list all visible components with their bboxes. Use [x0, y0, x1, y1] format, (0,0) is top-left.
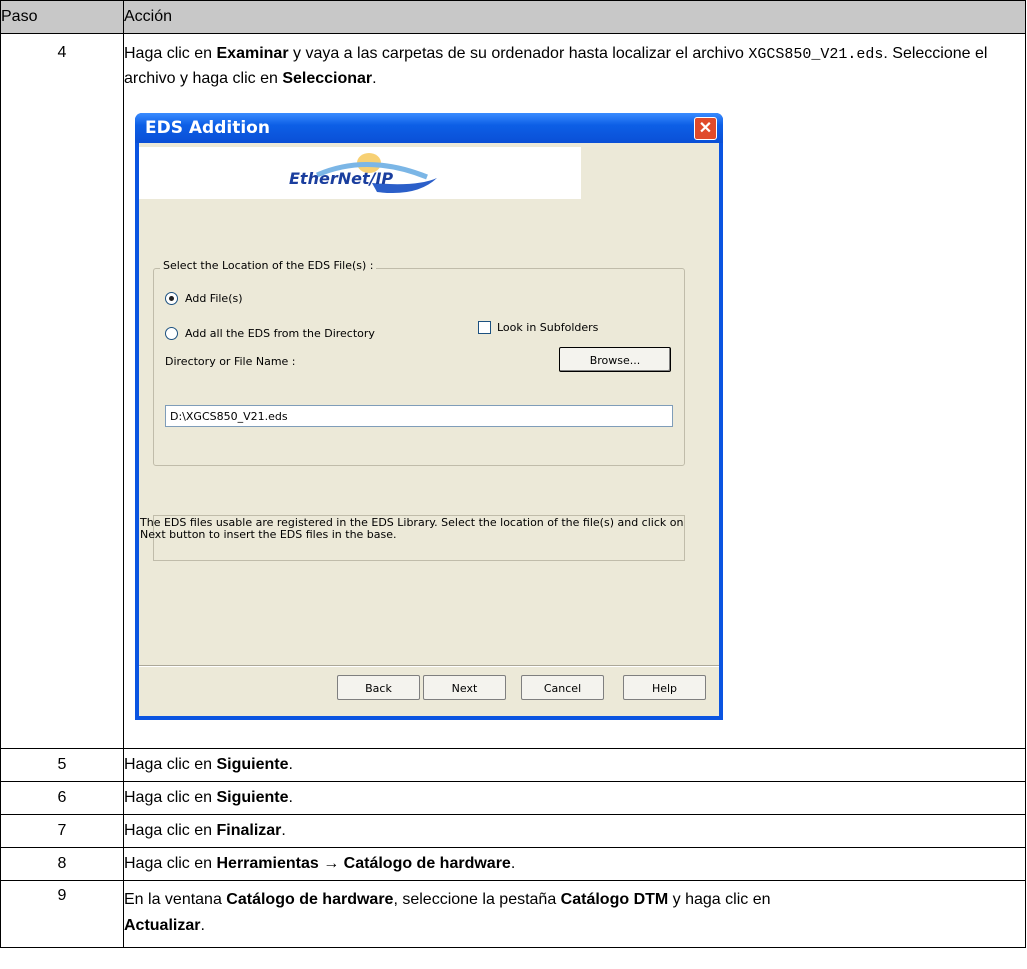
table-row: 7 Haga clic en Finalizar.: [0, 814, 1026, 848]
bold-term: Siguiente: [216, 756, 289, 773]
radio-add-directory-label[interactable]: Add all the EDS from the Directory: [185, 327, 375, 340]
table-row: 8 Haga clic en Herramientas → Catálogo d…: [0, 847, 1026, 881]
step-text: Haga clic en Herramientas → Catálogo de …: [123, 847, 1026, 881]
radio-add-files-label[interactable]: Add File(s): [185, 292, 243, 305]
info-text: The EDS files usable are registered in t…: [140, 516, 684, 541]
bold-term: Siguiente: [216, 789, 289, 806]
file-name: XGCS850_V21.eds: [748, 46, 884, 63]
browse-button[interactable]: Browse...: [559, 347, 671, 372]
step-number: 5: [0, 748, 124, 782]
step-text: Haga clic en Siguiente.: [123, 781, 1026, 815]
radio-add-files[interactable]: [165, 292, 178, 305]
logo-banner: EtherNet/IP: [139, 147, 581, 199]
bold-term: Seleccionar: [282, 70, 373, 87]
table-row: 6 Haga clic en Siguiente.: [0, 781, 1026, 815]
checkbox-label[interactable]: Look in Subfolders: [497, 321, 598, 334]
text-run: .: [372, 70, 377, 87]
text-run: , seleccione la pestaña: [393, 891, 561, 908]
step-number: 9: [0, 880, 124, 948]
step-text: Haga clic en Siguiente.: [123, 748, 1026, 782]
close-icon[interactable]: ✕: [694, 117, 717, 140]
eds-addition-dialog: EDS Addition ✕ EtherNet/IP Select the Lo…: [135, 113, 723, 720]
text-run: Haga clic en: [124, 756, 217, 773]
group-label: Select the Location of the EDS File(s) :: [160, 259, 377, 272]
logo-text: EtherNet/IP: [289, 169, 394, 188]
step-number: 8: [0, 847, 124, 881]
step-number: 4: [0, 33, 124, 749]
text-run: y vaya a las carpetas de su ordenador ha…: [288, 45, 749, 62]
text-run: .: [281, 822, 286, 839]
text-run: .: [288, 789, 293, 806]
table-row: 5 Haga clic en Siguiente.: [0, 748, 1026, 782]
header-accion: Acción: [123, 0, 1026, 34]
text-run: .: [200, 917, 205, 934]
bold-term: Finalizar: [216, 822, 282, 839]
text-run: En la ventana: [124, 891, 227, 908]
step-text: Haga clic en Finalizar.: [123, 814, 1026, 848]
radio-add-directory[interactable]: [165, 327, 178, 340]
bold-term: Catálogo de hardware: [226, 891, 394, 908]
help-button[interactable]: Help: [623, 675, 706, 700]
text-run: Haga clic en: [124, 822, 217, 839]
text-run: y haga clic en: [668, 891, 771, 908]
dialog-title: EDS Addition: [145, 118, 270, 138]
cancel-button[interactable]: Cancel: [521, 675, 604, 700]
dialog-titlebar[interactable]: EDS Addition ✕: [135, 113, 723, 143]
bold-term: Herramientas → Catálogo de hardware: [216, 855, 511, 872]
file-name-input[interactable]: D:\XGCS850_V21.eds: [165, 405, 673, 427]
bold-term: Actualizar: [124, 917, 201, 934]
directory-label: Directory or File Name :: [165, 355, 296, 368]
text-run: Haga clic en: [124, 45, 217, 62]
dialog-client-area: EtherNet/IP Select the Location of the E…: [139, 143, 719, 716]
step-text: En la ventana Catálogo de hardware, sele…: [123, 880, 1026, 948]
text-run: Haga clic en: [124, 855, 217, 872]
step-number: 7: [0, 814, 124, 848]
table-row: 9 En la ventana Catálogo de hardware, se…: [0, 880, 1026, 948]
separator: [139, 665, 719, 667]
text-run: Haga clic en: [124, 789, 217, 806]
text-run: .: [510, 855, 516, 872]
next-button[interactable]: Next: [423, 675, 506, 700]
step-number: 6: [0, 781, 124, 815]
back-button[interactable]: Back: [337, 675, 420, 700]
bold-term: Catálogo DTM: [560, 891, 669, 908]
header-paso: Paso: [0, 0, 124, 34]
checkbox-look-in-subfolders[interactable]: [478, 321, 491, 334]
bold-term: Examinar: [216, 45, 289, 62]
text-run: .: [288, 756, 293, 773]
